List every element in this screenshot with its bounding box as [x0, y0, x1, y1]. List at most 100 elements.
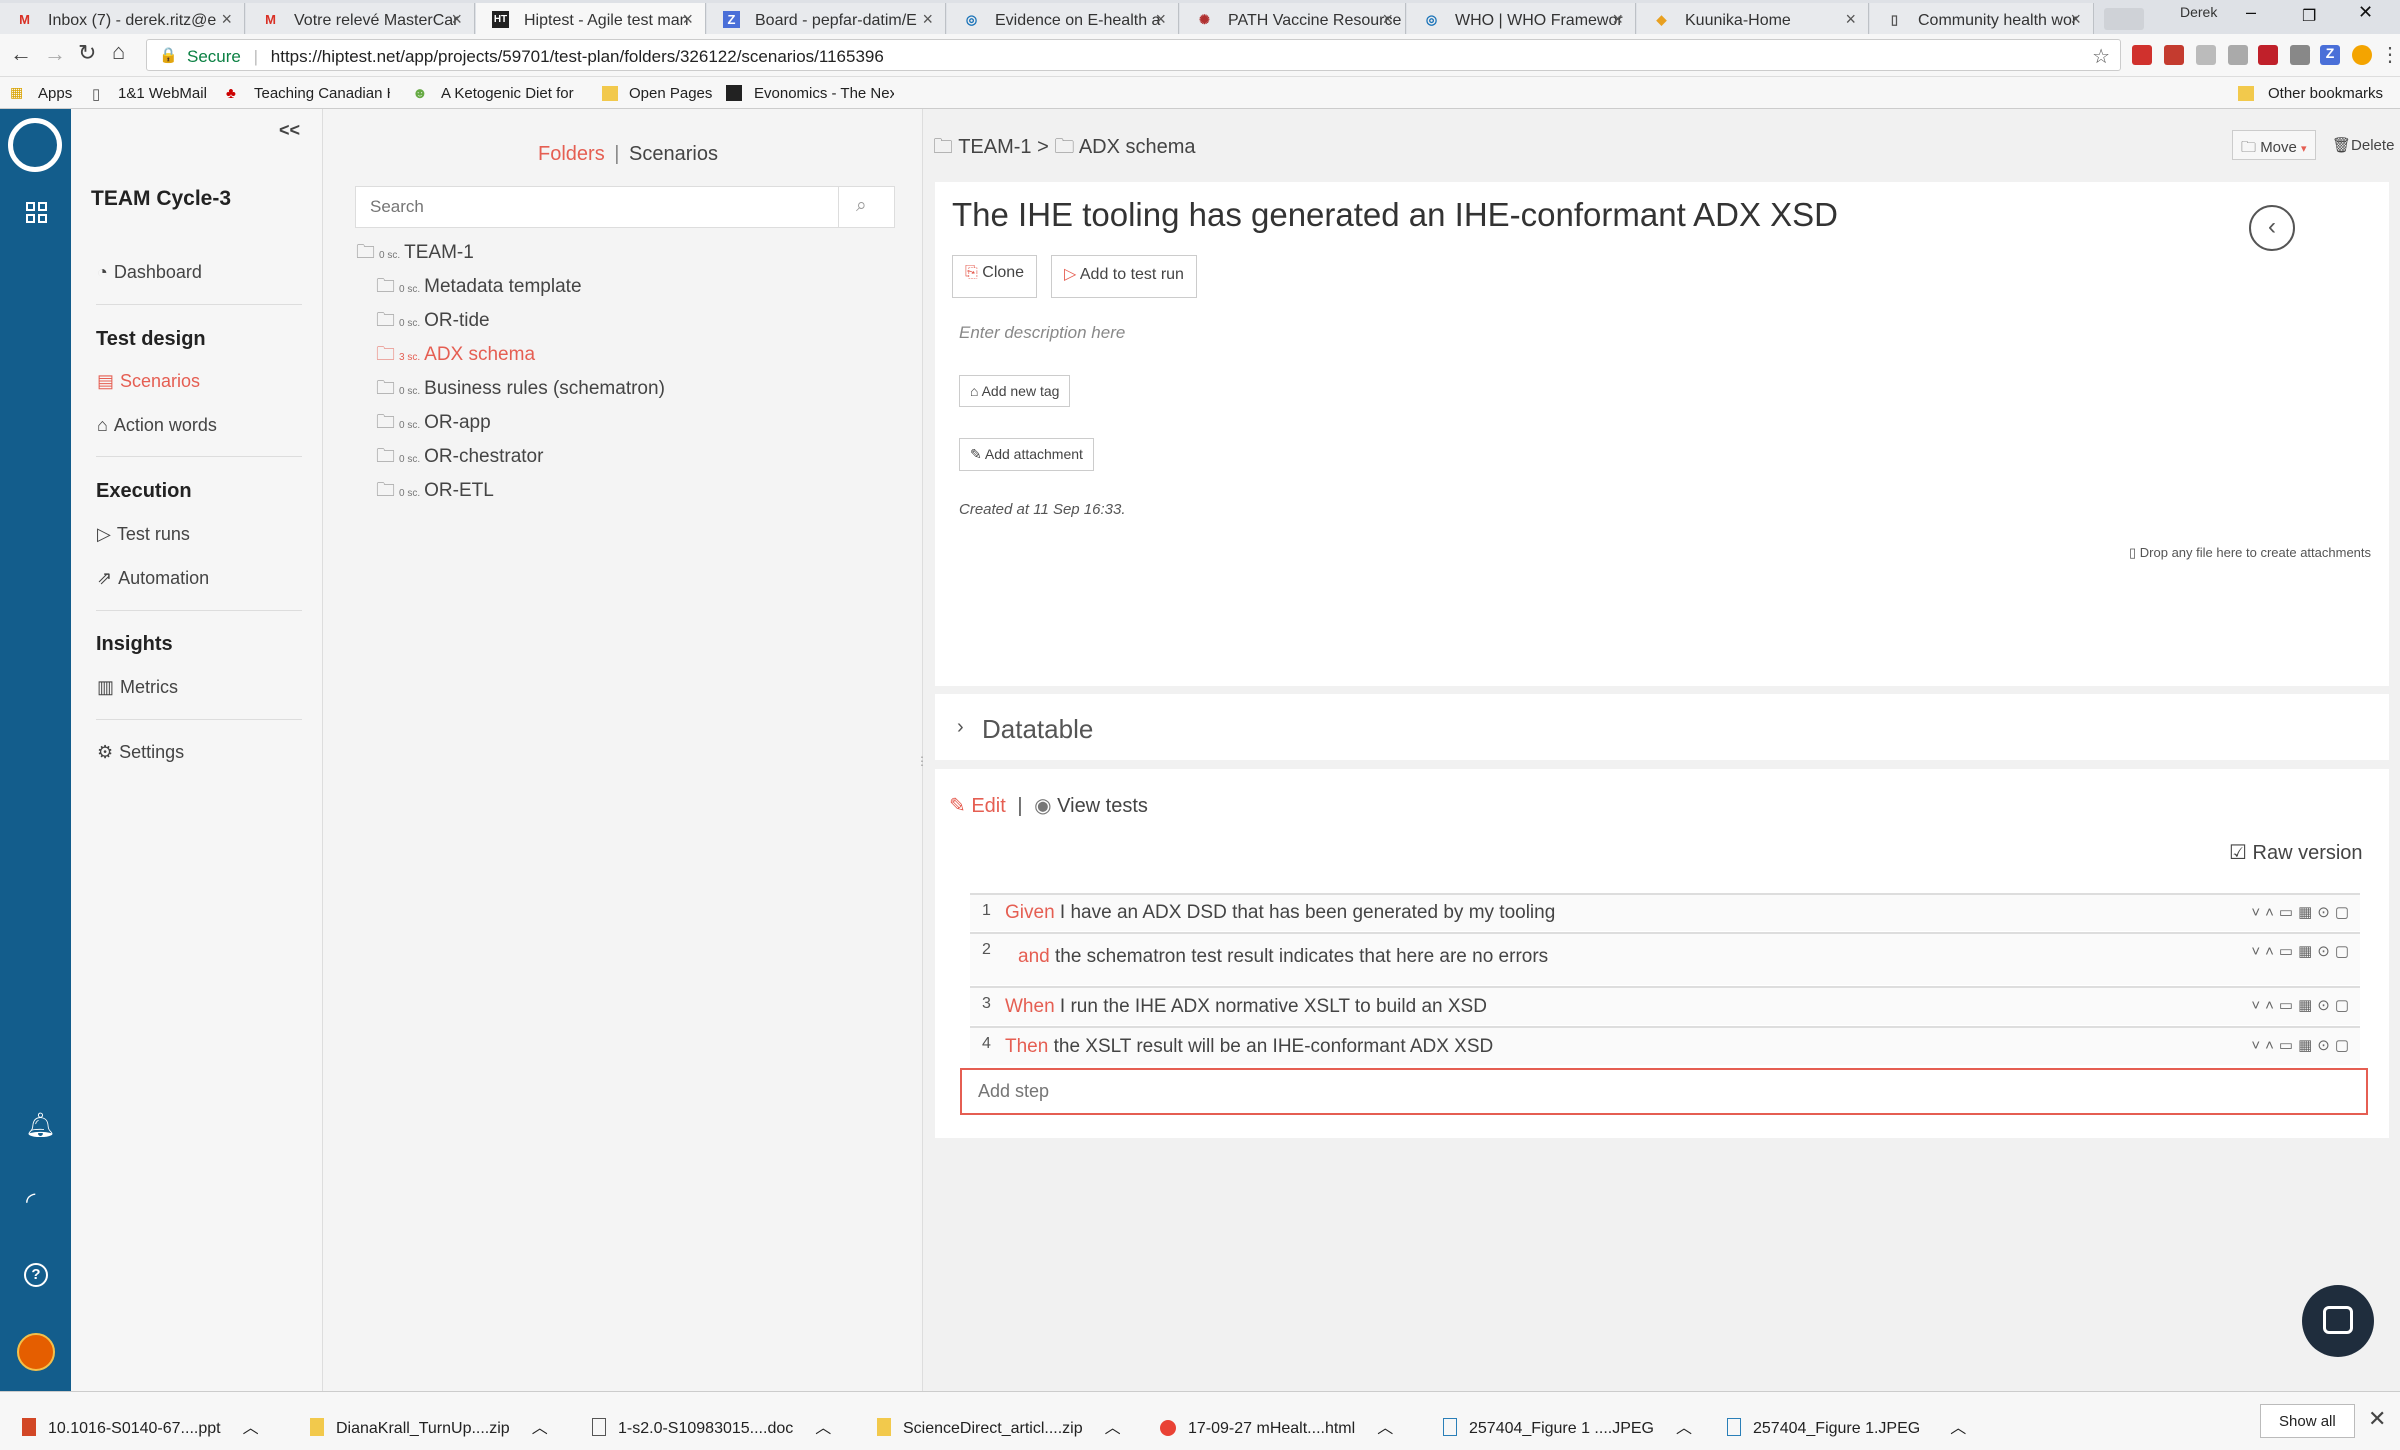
bookmark-folder[interactable]: Open Pages — [629, 85, 712, 102]
browser-tab[interactable]: ◆ Kuunika-Home × — [1637, 3, 1869, 34]
tree-folder-selected[interactable]: 🗀︎ 3 sc. ADX schema — [376, 340, 535, 372]
sidebar-item-action-words[interactable]: ⌂ Action words — [97, 415, 217, 436]
browser-tab[interactable]: M Inbox (7) - derek.ritz@e × — [0, 3, 245, 34]
project-name[interactable]: TEAM Cycle-3 — [91, 187, 231, 211]
chevron-up-icon[interactable]: ︿ — [815, 1420, 831, 1437]
sidebar-item-test-runs[interactable]: ▷ Test runs — [97, 524, 190, 545]
download-item[interactable]: 257404_Figure 1 ....JPEG ︿ — [1443, 1414, 1692, 1438]
zenhub-extension-icon[interactable]: Z — [2320, 45, 2340, 65]
download-item[interactable]: 10.1016-S0140-67....ppt ︿ — [22, 1414, 259, 1438]
step-row[interactable]: 2 and the schematron test result indicat… — [970, 932, 2360, 985]
step-tools[interactable]: ˅˄▭▦⊙▢ — [2251, 903, 2354, 921]
grid-icon[interactable] — [26, 202, 48, 224]
minimize-icon[interactable]: – — [2246, 2, 2256, 23]
scenario-title[interactable]: The IHE tooling has generated an IHE-con… — [952, 196, 1838, 234]
rss-icon[interactable]: ◜ — [26, 1187, 35, 1216]
chevron-up-icon[interactable]: ︿ — [1676, 1420, 1692, 1437]
step-row[interactable]: 4 Then the XSLT result will be an IHE-co… — [970, 1026, 2360, 1065]
add-attachment-button[interactable]: ✎ Add attachment — [959, 438, 1094, 471]
close-tab-icon[interactable]: × — [1155, 9, 1166, 30]
sidebar-item-settings[interactable]: ⚙ Settings — [97, 742, 184, 763]
tree-folder[interactable]: 🗀︎ 0 sc. OR-tide — [376, 306, 490, 338]
tab-folders[interactable]: Folders — [538, 143, 605, 165]
sidebar-item-scenarios[interactable]: ▤ Scenarios — [97, 371, 200, 392]
step-row[interactable]: 3 When I run the IHE ADX normative XSLT … — [970, 986, 2360, 1025]
sidebar-item-metrics[interactable]: ▥ Metrics — [97, 677, 178, 698]
browser-tab-active[interactable]: HT Hiptest - Agile test man × — [476, 3, 706, 34]
chevron-up-icon[interactable]: ︿ — [532, 1420, 548, 1437]
browser-tab[interactable]: Z Board - pepfar-datim/E × — [707, 3, 946, 34]
browser-tab[interactable]: ✺ PATH Vaccine Resource × — [1180, 3, 1406, 34]
tree-folder[interactable]: 🗀︎ 0 sc. OR-app — [376, 408, 491, 440]
chevron-up-icon[interactable]: ︿ — [1105, 1420, 1121, 1437]
step-tools[interactable]: ˅˄▭▦⊙▢ — [2251, 1036, 2354, 1054]
extension-icon[interactable] — [2290, 45, 2310, 65]
star-icon[interactable]: ☆ — [2092, 44, 2110, 69]
tree-root-folder[interactable]: 🗀︎ 0 sc. TEAM-1 — [356, 238, 474, 270]
tree-folder[interactable]: 🗀︎ 0 sc. OR-chestrator — [376, 442, 543, 474]
close-tab-icon[interactable]: × — [1382, 9, 1393, 30]
extension-icon[interactable] — [2228, 45, 2248, 65]
browser-tab[interactable]: ◎ WHO | WHO Framewor × — [1407, 3, 1636, 34]
search-icon[interactable]: ⌕ — [856, 195, 867, 217]
breadcrumb-folder[interactable]: ADX schema — [1079, 136, 1196, 158]
hiptest-logo-icon[interactable] — [8, 118, 62, 172]
back-icon[interactable]: ← — [10, 41, 32, 67]
download-item[interactable]: ScienceDirect_articl....zip ︿ — [877, 1414, 1121, 1438]
extension-icon[interactable] — [2132, 45, 2152, 65]
browser-tab[interactable]: ◎ Evidence on E-health a × — [947, 3, 1179, 34]
bookmark[interactable]: A Ketogenic Diet for — [441, 85, 579, 102]
raw-version-button[interactable]: ☑ Raw version — [2229, 840, 2363, 865]
new-tab-button[interactable] — [2104, 8, 2144, 30]
url-field[interactable]: 🔒 Secure | https://hiptest.net/app/proje… — [146, 39, 2121, 71]
chevron-up-icon[interactable]: ︿ — [243, 1420, 259, 1437]
datatable-section[interactable]: › Datatable — [935, 694, 2389, 760]
extension-icon[interactable] — [2164, 45, 2184, 65]
close-tab-icon[interactable]: × — [922, 9, 933, 30]
bookmark[interactable]: Teaching Canadian H — [254, 85, 390, 102]
sidebar-item-automation[interactable]: ⇗ Automation — [97, 568, 209, 589]
tab-scenarios[interactable]: Scenarios — [629, 143, 718, 165]
sidebar-item-dashboard[interactable]: ◔ Dashboard — [97, 262, 202, 283]
step-row[interactable]: 1 Given I have an ADX DSD that has been … — [970, 893, 2360, 931]
close-tab-icon[interactable]: × — [221, 9, 232, 30]
home-icon[interactable]: ⌂ — [112, 39, 125, 65]
collapse-sidebar-button[interactable]: << — [279, 120, 300, 141]
bookmark[interactable]: 1&1 WebMail — [118, 85, 207, 102]
browser-tab[interactable]: ▯ Community health wor × — [1870, 3, 2094, 34]
close-tab-icon[interactable]: × — [1612, 9, 1623, 30]
view-tests-tab[interactable]: ◉ View tests — [1034, 795, 1148, 817]
browser-tab[interactable]: M Votre relevé MasterCar × — [246, 3, 475, 34]
chevron-up-icon[interactable]: ︿ — [1950, 1420, 1966, 1437]
chevron-up-icon[interactable]: ︿ — [1377, 1420, 1393, 1437]
profile-name[interactable]: Derek — [2180, 4, 2217, 20]
download-item[interactable]: 17-09-27 mHealt....html ︿ — [1160, 1414, 1393, 1438]
description-field[interactable]: Enter description here — [959, 323, 1125, 343]
other-bookmarks[interactable]: Other bookmarks — [2268, 85, 2383, 102]
close-tab-icon[interactable]: × — [682, 9, 693, 30]
tree-folder[interactable]: 🗀︎ 0 sc. Metadata template — [376, 272, 582, 304]
download-item[interactable]: DianaKrall_TurnUp....zip ︿ — [310, 1414, 548, 1438]
move-button[interactable]: 🗀︎ Move ▾ — [2232, 130, 2316, 160]
extension-icon[interactable] — [2258, 45, 2278, 65]
download-item[interactable]: 257404_Figure 1.JPEG ︿ — [1727, 1414, 1966, 1438]
step-tools[interactable]: ˅˄▭▦⊙▢ — [2251, 942, 2354, 960]
chevron-left-icon[interactable]: ‹ — [2249, 205, 2295, 251]
close-tab-icon[interactable]: × — [451, 9, 462, 30]
bookmark-apps[interactable]: Apps — [38, 85, 72, 102]
menu-icon[interactable]: ⋮ — [2380, 42, 2400, 67]
help-icon[interactable]: ? — [24, 1263, 48, 1287]
download-item[interactable]: 1-s2.0-S10983015....doc ︿ — [592, 1414, 831, 1438]
close-window-icon[interactable]: ✕ — [2358, 2, 2373, 23]
add-tag-button[interactable]: ⌂ Add new tag — [959, 375, 1071, 407]
avatar[interactable] — [17, 1333, 55, 1371]
bell-icon[interactable]: 🔔︎ — [25, 1111, 55, 1140]
reload-icon[interactable]: ↻ — [78, 40, 96, 66]
bookmark[interactable]: Evonomics - The Nex — [754, 85, 894, 102]
step-tools[interactable]: ˅˄▭▦⊙▢ — [2251, 996, 2354, 1014]
add-step-input[interactable] — [960, 1068, 2368, 1115]
close-tab-icon[interactable]: × — [2070, 9, 2081, 30]
breadcrumb-root[interactable]: TEAM-1 — [958, 136, 1031, 158]
extension-icon[interactable] — [2352, 45, 2372, 65]
tree-folder[interactable]: 🗀︎ 0 sc. OR-ETL — [376, 476, 494, 508]
